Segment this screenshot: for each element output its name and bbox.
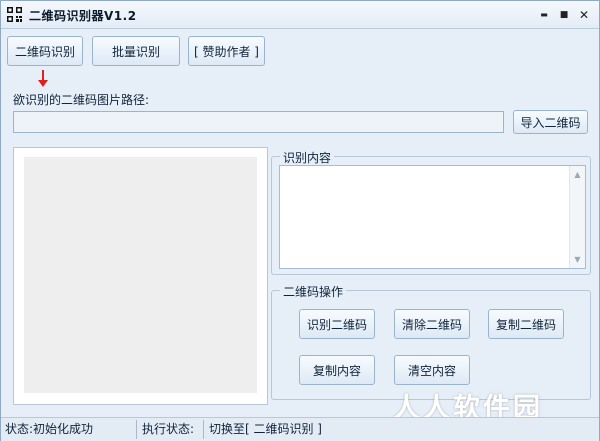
scroll-down-icon[interactable]: ▼ — [570, 252, 585, 267]
copy-content-button[interactable]: 复制内容 — [299, 355, 375, 385]
qr-image-preview — [13, 147, 268, 405]
image-path-input[interactable] — [13, 111, 504, 133]
qr-code-icon — [7, 7, 22, 22]
tab-qr-recognize[interactable]: 二维码识别 — [7, 36, 83, 66]
import-qr-button[interactable]: 导入二维码 — [513, 110, 588, 134]
minimize-icon[interactable]: ▬ — [535, 7, 553, 23]
window-title: 二维码识别器V1.2 — [29, 9, 137, 23]
down-arrow-icon — [38, 70, 48, 87]
result-group-title: 识别内容 — [280, 149, 335, 166]
result-content-textarea[interactable]: ▲ ▼ — [279, 165, 586, 269]
tab-batch-recognize[interactable]: 批量识别 — [92, 36, 180, 66]
status-divider — [203, 420, 204, 439]
close-icon[interactable]: ✕ — [575, 7, 593, 23]
result-scrollbar[interactable]: ▲ ▼ — [569, 166, 585, 268]
path-label: 欲识别的二维码图片路径: — [13, 93, 150, 107]
operations-group-title: 二维码操作 — [280, 283, 347, 300]
recognize-qr-button[interactable]: 识别二维码 — [299, 309, 375, 339]
scroll-up-icon[interactable]: ▲ — [570, 167, 585, 182]
status-exec-value: 切换至[ 二维码识别 ] — [209, 422, 322, 436]
copy-qr-button[interactable]: 复制二维码 — [488, 309, 564, 339]
status-exec-label: 执行状态: — [142, 422, 195, 436]
image-placeholder — [24, 157, 257, 393]
donate-author-button[interactable]: [ 赞助作者 ] — [188, 36, 265, 66]
maximize-icon[interactable]: ■ — [555, 7, 573, 23]
clear-content-button[interactable]: 清空内容 — [394, 355, 470, 385]
app-window: 二维码识别器V1.2 ▬ ■ ✕ 二维码识别 批量识别 [ 赞助作者 ] 欲识别… — [0, 0, 600, 441]
clear-qr-button[interactable]: 清除二维码 — [394, 309, 470, 339]
status-divider — [136, 420, 137, 439]
status-bar: 状态:初始化成功 执行状态: 切换至[ 二维码识别 ] — [1, 417, 599, 441]
title-bar[interactable]: 二维码识别器V1.2 ▬ ■ ✕ — [1, 1, 599, 29]
status-state: 状态:初始化成功 — [5, 422, 94, 436]
